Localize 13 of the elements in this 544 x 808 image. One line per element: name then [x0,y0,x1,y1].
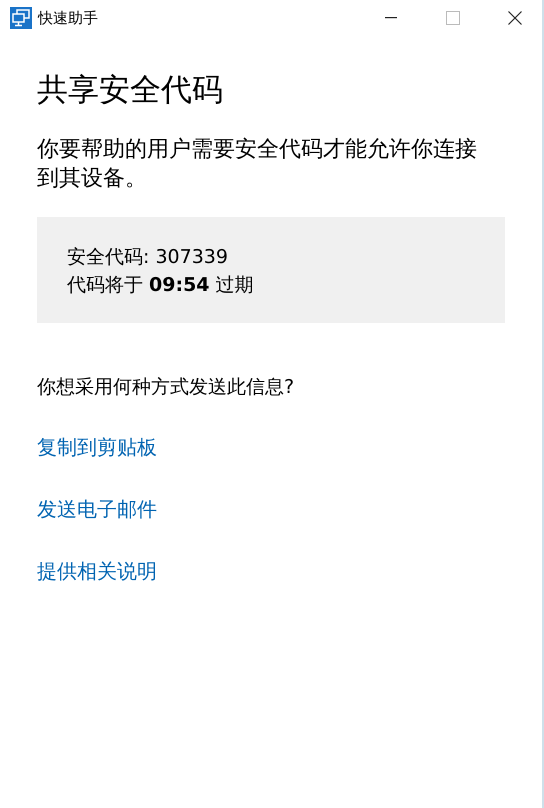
description-text: 你要帮助的用户需要安全代码才能允许你连接到其设备。 [37,136,478,194]
minimize-icon [385,17,397,19]
question-text: 你想采用何种方式发送此信息? [37,375,296,400]
app-icon [10,7,32,29]
option-link[interactable]: 发送电子邮件 [37,494,157,524]
close-icon [508,11,522,25]
window-title: 快速助手 [38,8,98,29]
option-link[interactable]: 提供相关说明 [37,556,157,586]
page-heading: 共享安全代码 [37,72,224,110]
expiry-text: 代码将于 09:54 过期 [67,273,255,298]
maximize-icon [446,11,460,25]
option-link[interactable]: 复制到剪贴板 [37,432,157,462]
security-code-text: 安全代码: 307339 [67,245,229,270]
